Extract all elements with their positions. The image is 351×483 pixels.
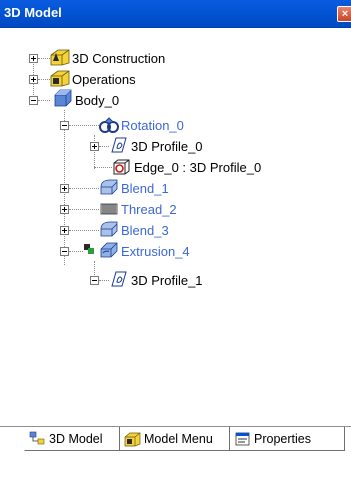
tree-line <box>69 251 83 252</box>
node-label: Rotation_0 <box>121 118 184 133</box>
blend-icon <box>100 221 118 237</box>
tree-line <box>69 230 99 231</box>
node-label: 3D Profile_0 <box>131 139 203 154</box>
node-label: Blend_3 <box>121 223 169 238</box>
expand-toggle[interactable] <box>29 75 38 84</box>
node-label: Thread_2 <box>121 202 177 217</box>
model-tree-icon <box>29 431 45 445</box>
profile-icon <box>111 271 127 287</box>
collapse-toggle[interactable] <box>90 276 99 285</box>
expand-toggle[interactable] <box>60 184 69 193</box>
tab-properties[interactable]: Properties <box>230 427 345 451</box>
node-label: Body_0 <box>75 93 120 108</box>
edge-icon <box>113 159 130 175</box>
tab-strip-background <box>0 456 351 483</box>
tree-line <box>69 188 99 189</box>
tab-model-menu[interactable]: Model Menu <box>120 427 230 451</box>
folder-construction-icon <box>50 49 70 66</box>
blend-icon <box>100 179 118 195</box>
properties-icon <box>235 432 250 446</box>
node-label: Edge_0 : 3D Profile_0 <box>134 160 262 175</box>
status-icon <box>84 244 94 254</box>
rotation-icon <box>99 117 119 133</box>
thread-icon <box>100 203 118 215</box>
collapse-toggle[interactable] <box>60 121 69 130</box>
model-menu-icon <box>124 432 141 447</box>
folder-operations-icon <box>50 70 70 87</box>
tree-line <box>94 135 95 169</box>
window-title: 3D Model <box>4 5 62 20</box>
node-label: 3D Profile_1 <box>131 273 203 288</box>
tree-line <box>94 167 112 168</box>
tab-3d-model[interactable]: 3D Model <box>24 427 120 451</box>
tree-line <box>69 209 99 210</box>
tree-line <box>99 280 109 281</box>
close-button[interactable]: × <box>337 6 351 22</box>
tab-label: 3D Model <box>49 432 103 446</box>
extrusion-icon <box>100 242 118 258</box>
window-title-bar[interactable]: 3D Model × <box>0 0 351 28</box>
expand-toggle[interactable] <box>29 54 38 63</box>
profile-icon <box>111 137 127 153</box>
expand-toggle[interactable] <box>90 142 99 151</box>
expand-toggle[interactable] <box>60 205 69 214</box>
close-icon: × <box>341 8 349 20</box>
node-label: Extrusion_4 <box>121 244 190 259</box>
tree-line <box>99 146 109 147</box>
cube-body-icon <box>54 89 72 107</box>
model-tree[interactable]: 3D Construction Operations Body_0 Rotati… <box>0 28 351 426</box>
tree-line <box>38 58 50 59</box>
tree-line <box>69 125 99 126</box>
node-label: 3D Construction <box>72 51 166 66</box>
tree-line <box>38 100 50 101</box>
tree-line <box>38 79 50 80</box>
collapse-toggle[interactable] <box>60 247 69 256</box>
node-label: Blend_1 <box>121 181 169 196</box>
tab-label: Properties <box>254 432 311 446</box>
collapse-toggle[interactable] <box>29 96 38 105</box>
expand-toggle[interactable] <box>60 226 69 235</box>
tab-label: Model Menu <box>144 432 213 446</box>
node-label: Operations <box>72 72 136 87</box>
